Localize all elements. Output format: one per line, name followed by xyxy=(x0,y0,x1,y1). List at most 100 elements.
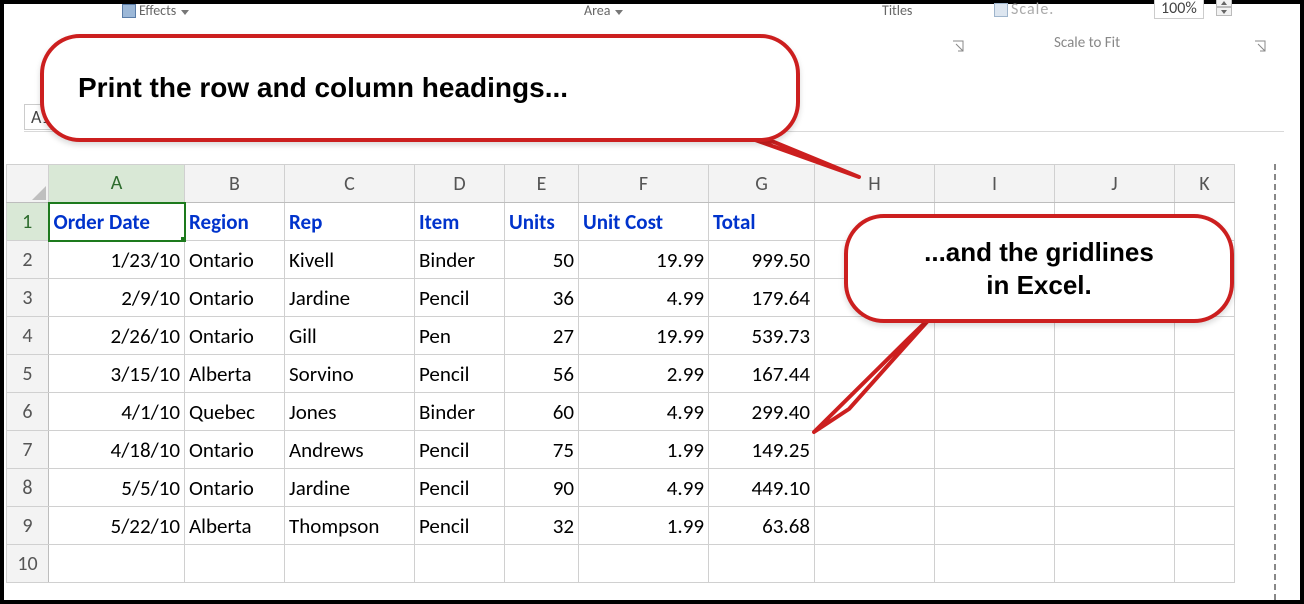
cell[interactable] xyxy=(1175,355,1235,393)
cell[interactable] xyxy=(285,545,415,583)
cell[interactable]: 19.99 xyxy=(579,317,709,355)
dialog-launcher-icon[interactable] xyxy=(1254,40,1266,52)
cell[interactable]: Pencil xyxy=(415,279,505,317)
cell[interactable]: 149.25 xyxy=(709,431,815,469)
row-header-3[interactable]: 3 xyxy=(7,279,49,317)
cell[interactable]: 449.10 xyxy=(709,469,815,507)
column-header-J[interactable]: J xyxy=(1055,165,1175,203)
cell[interactable]: Pencil xyxy=(415,507,505,545)
row-header-7[interactable]: 7 xyxy=(7,431,49,469)
cell[interactable]: 56 xyxy=(505,355,579,393)
cell[interactable] xyxy=(49,545,185,583)
row-header-5[interactable]: 5 xyxy=(7,355,49,393)
cell[interactable]: Pencil xyxy=(415,355,505,393)
cell[interactable]: Pencil xyxy=(415,469,505,507)
cell[interactable] xyxy=(815,469,935,507)
cell[interactable]: Rep xyxy=(285,203,415,241)
select-all-corner[interactable] xyxy=(7,165,49,203)
cell[interactable]: 63.68 xyxy=(709,507,815,545)
cell[interactable] xyxy=(1055,507,1175,545)
cell[interactable] xyxy=(815,545,935,583)
cell[interactable]: 19.99 xyxy=(579,241,709,279)
cell[interactable] xyxy=(1175,393,1235,431)
cell[interactable]: 50 xyxy=(505,241,579,279)
cell[interactable]: 2/9/10 xyxy=(49,279,185,317)
cell[interactable]: 90 xyxy=(505,469,579,507)
cell[interactable] xyxy=(815,507,935,545)
cell[interactable]: 2.99 xyxy=(579,355,709,393)
column-header-E[interactable]: E xyxy=(505,165,579,203)
scale-value-box[interactable]: 100% xyxy=(1154,0,1204,19)
spinner-up-icon[interactable] xyxy=(1216,0,1232,7)
cell[interactable]: Pen xyxy=(415,317,505,355)
cell[interactable] xyxy=(935,507,1055,545)
cell[interactable]: Jardine xyxy=(285,469,415,507)
row-header-2[interactable]: 2 xyxy=(7,241,49,279)
cell[interactable]: Thompson xyxy=(285,507,415,545)
cell[interactable] xyxy=(415,545,505,583)
cell[interactable]: 3/15/10 xyxy=(49,355,185,393)
cell[interactable] xyxy=(1055,431,1175,469)
cell[interactable] xyxy=(505,545,579,583)
row-header-8[interactable]: 8 xyxy=(7,469,49,507)
spinner-down-icon[interactable] xyxy=(1216,7,1232,16)
cell[interactable]: 299.40 xyxy=(709,393,815,431)
cell[interactable]: Total xyxy=(709,203,815,241)
cell[interactable] xyxy=(935,545,1055,583)
scale-spinner[interactable] xyxy=(1216,0,1232,16)
row-header-10[interactable]: 10 xyxy=(7,545,49,583)
column-header-D[interactable]: D xyxy=(415,165,505,203)
row-header-4[interactable]: 4 xyxy=(7,317,49,355)
cell[interactable]: Units xyxy=(505,203,579,241)
row-header-9[interactable]: 9 xyxy=(7,507,49,545)
cell[interactable] xyxy=(579,545,709,583)
cell[interactable]: 4.99 xyxy=(579,469,709,507)
cell[interactable]: 1.99 xyxy=(579,431,709,469)
cell[interactable]: 167.44 xyxy=(709,355,815,393)
cell[interactable] xyxy=(815,431,935,469)
cell[interactable]: 4.99 xyxy=(579,279,709,317)
cell[interactable]: 32 xyxy=(505,507,579,545)
cell[interactable]: Order Date xyxy=(49,203,185,241)
cell[interactable]: Binder xyxy=(415,241,505,279)
row-header-1[interactable]: 1 xyxy=(7,203,49,241)
column-header-K[interactable]: K xyxy=(1175,165,1235,203)
dialog-launcher-icon[interactable] xyxy=(952,40,964,52)
cell[interactable]: 1/23/10 xyxy=(49,241,185,279)
cell[interactable]: Alberta xyxy=(185,507,285,545)
cell[interactable]: Jardine xyxy=(285,279,415,317)
cell[interactable]: Region xyxy=(185,203,285,241)
cell[interactable] xyxy=(935,469,1055,507)
cell[interactable] xyxy=(1055,545,1175,583)
column-header-B[interactable]: B xyxy=(185,165,285,203)
column-header-A[interactable]: A xyxy=(49,165,185,203)
column-header-C[interactable]: C xyxy=(285,165,415,203)
cell[interactable]: 1.99 xyxy=(579,507,709,545)
cell[interactable]: 539.73 xyxy=(709,317,815,355)
cell[interactable] xyxy=(935,431,1055,469)
cell[interactable] xyxy=(1175,431,1235,469)
cell[interactable]: 179.64 xyxy=(709,279,815,317)
cell[interactable]: Ontario xyxy=(185,317,285,355)
area-dropdown[interactable]: Area xyxy=(584,2,623,19)
cell[interactable] xyxy=(185,545,285,583)
cell[interactable] xyxy=(709,545,815,583)
cell[interactable] xyxy=(1175,469,1235,507)
cell[interactable]: Quebec xyxy=(185,393,285,431)
cell[interactable]: Ontario xyxy=(185,279,285,317)
cell[interactable] xyxy=(1055,393,1175,431)
cell[interactable]: Alberta xyxy=(185,355,285,393)
cell[interactable] xyxy=(1055,469,1175,507)
cell[interactable]: Andrews xyxy=(285,431,415,469)
column-header-I[interactable]: I xyxy=(935,165,1055,203)
cell[interactable]: Gill xyxy=(285,317,415,355)
cell[interactable]: 999.50 xyxy=(709,241,815,279)
cell[interactable]: 4/1/10 xyxy=(49,393,185,431)
cell[interactable] xyxy=(1175,507,1235,545)
cell[interactable]: Item xyxy=(415,203,505,241)
cell[interactable]: 5/5/10 xyxy=(49,469,185,507)
cell[interactable]: Ontario xyxy=(185,469,285,507)
cell[interactable]: 4.99 xyxy=(579,393,709,431)
effects-dropdown[interactable]: Effects xyxy=(122,2,189,19)
cell[interactable]: 60 xyxy=(505,393,579,431)
